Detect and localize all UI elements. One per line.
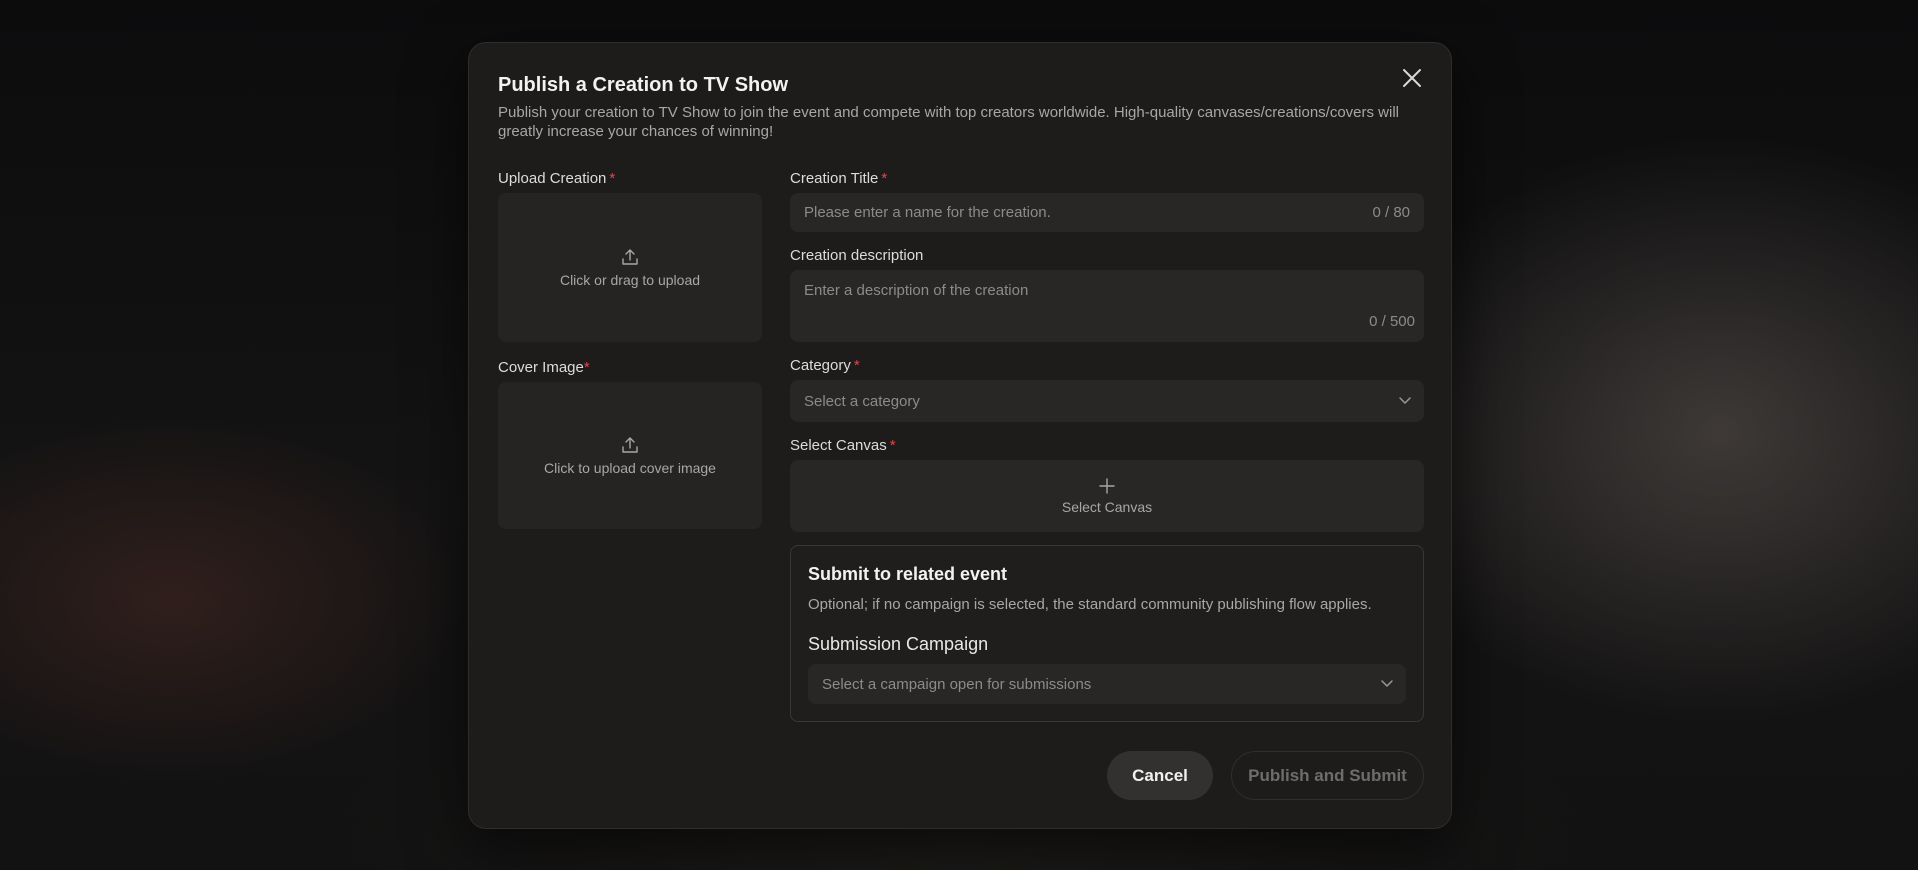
- modal-subtitle: Publish your creation to TV Show to join…: [498, 104, 1400, 140]
- creation-description-label: Creation description: [790, 247, 924, 264]
- close-button[interactable]: [1399, 65, 1425, 91]
- upload-creation-dropzone[interactable]: Click or drag to upload: [498, 193, 762, 342]
- creation-description-counter: 0 / 500: [1369, 313, 1415, 330]
- creation-description-placeholder: Enter a description of the creation: [804, 282, 1029, 299]
- select-canvas-label: Select Canvas *: [790, 437, 896, 454]
- creation-title-counter: 0 / 80: [1372, 204, 1410, 221]
- publish-and-submit-button[interactable]: Publish and Submit: [1231, 751, 1424, 800]
- submission-campaign-label: Submission Campaign: [808, 634, 989, 654]
- cover-image-dropzone[interactable]: Click to upload cover image: [498, 382, 762, 529]
- submission-campaign-select[interactable]: Select a campaign open for submissions: [808, 664, 1406, 704]
- plus-icon: [1099, 478, 1115, 494]
- creation-title-label: Creation Title *: [790, 170, 888, 187]
- chevron-down-icon: [1399, 397, 1411, 404]
- upload-creation-label: Upload Creation *: [498, 170, 616, 187]
- chevron-down-icon: [1381, 680, 1393, 687]
- close-icon: [1403, 69, 1421, 87]
- upload-icon: [622, 436, 638, 453]
- required-mark: *: [889, 437, 896, 454]
- category-select[interactable]: Select a category: [790, 380, 1424, 422]
- related-event-section: Submit to related event Optional; if no …: [790, 545, 1424, 722]
- required-mark: *: [583, 359, 590, 376]
- upload-icon: [622, 248, 638, 265]
- cover-image-label: Cover Image*: [498, 359, 590, 376]
- category-placeholder: Select a category: [804, 393, 920, 410]
- modal-title: Publish a Creation to TV Show: [498, 74, 789, 96]
- creation-title-placeholder: Please enter a name for the creation.: [804, 204, 1051, 221]
- cover-image-text: Click to upload cover image: [544, 459, 716, 476]
- creation-title-input[interactable]: Please enter a name for the creation. 0 …: [790, 193, 1424, 232]
- select-canvas-text: Select Canvas: [1061, 499, 1153, 515]
- required-mark: *: [609, 170, 616, 187]
- cancel-button[interactable]: Cancel: [1107, 751, 1213, 800]
- required-mark: *: [853, 357, 860, 374]
- select-canvas-button[interactable]: Select Canvas: [790, 460, 1424, 532]
- publish-modal: Publish a Creation to TV Show Publish yo…: [468, 42, 1452, 829]
- upload-creation-text: Click or drag to upload: [559, 271, 701, 288]
- category-label: Category *: [790, 357, 860, 374]
- event-description: Optional; if no campaign is selected, th…: [808, 596, 1372, 613]
- submission-campaign-placeholder: Select a campaign open for submissions: [822, 676, 1092, 693]
- creation-description-textarea[interactable]: Enter a description of the creation 0 / …: [790, 270, 1424, 342]
- event-title: Submit to related event: [808, 564, 1008, 584]
- required-mark: *: [881, 170, 888, 187]
